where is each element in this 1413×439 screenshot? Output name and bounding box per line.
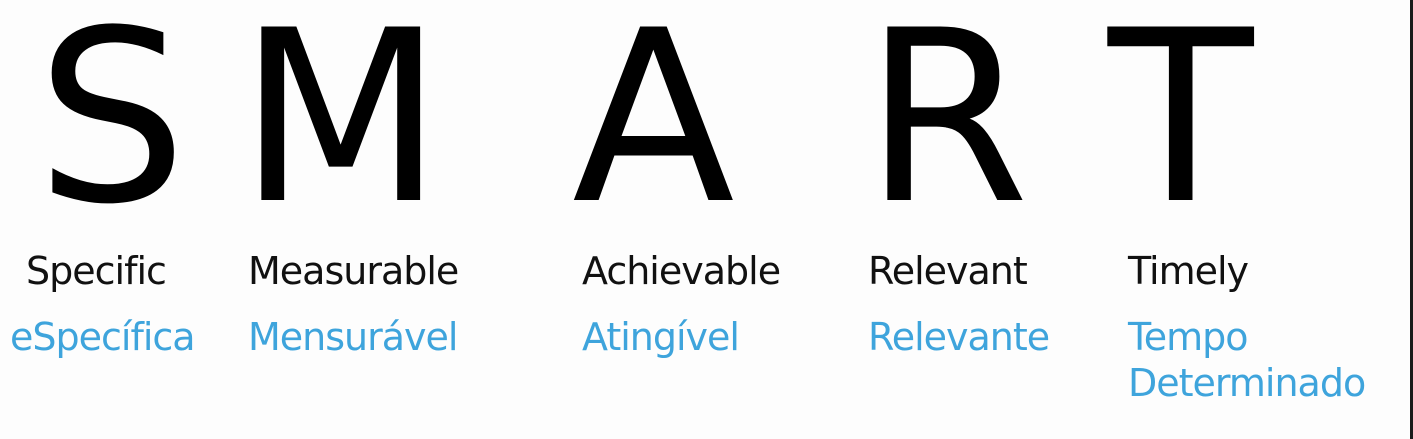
- english-term: Measurable: [248, 249, 459, 293]
- english-term: Achievable: [582, 249, 781, 293]
- portuguese-term: Mensurável: [248, 315, 458, 359]
- acronym-letter: M: [238, 0, 444, 257]
- portuguese-term: Atingível: [582, 315, 740, 359]
- acronym-letter: T: [1108, 0, 1254, 257]
- acronym-letter: R: [864, 0, 1030, 257]
- acronym-letter: A: [572, 0, 735, 257]
- english-term: Timely: [1128, 249, 1249, 293]
- acronym-letter: S: [36, 0, 188, 257]
- portuguese-term: eSpecífica: [10, 315, 196, 359]
- portuguese-term: Tempo Determinado: [1128, 315, 1366, 405]
- english-term: Relevant: [868, 249, 1028, 293]
- english-term: Specific: [26, 249, 167, 293]
- portuguese-term: Relevante: [868, 315, 1050, 359]
